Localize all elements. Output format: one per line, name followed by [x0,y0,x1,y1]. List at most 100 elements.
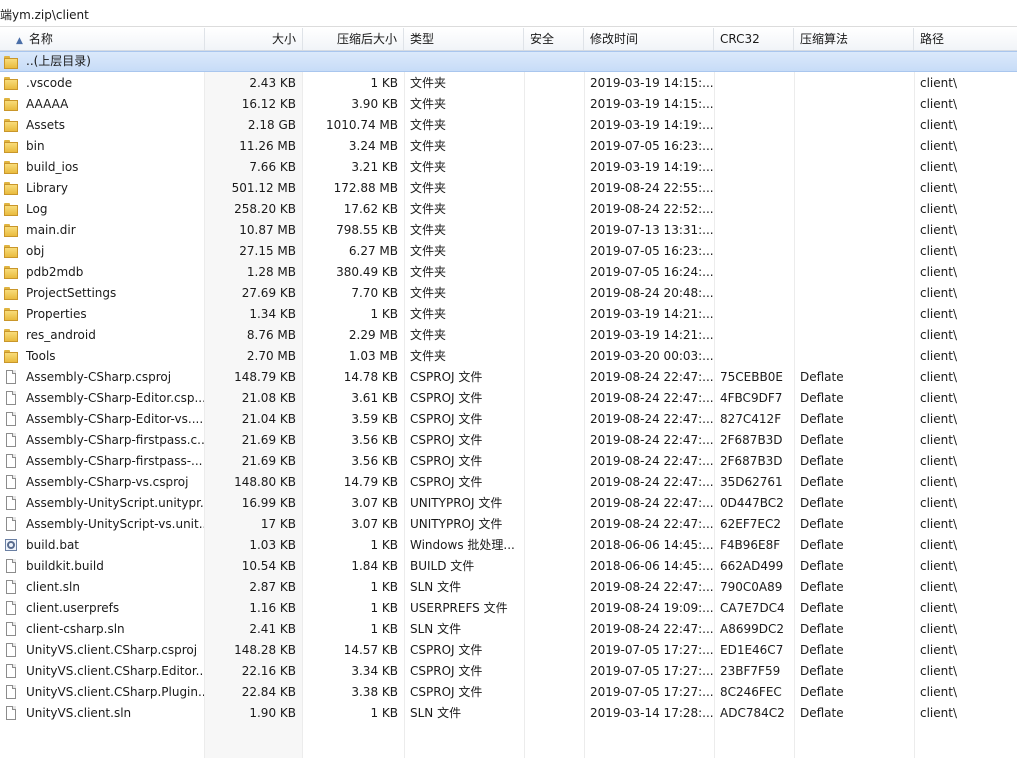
table-row[interactable]: buildkit.build 10.54 KB 1.84 KB BUILD 文件 201… [0,556,1017,577]
cell-path: client\ [920,412,958,426]
cell-modified: 2019-08-24 22:47:... [590,496,714,510]
column-header-type[interactable]: 类型 [404,28,524,50]
cell-algorithm: Deflate [800,559,844,573]
column-header-size[interactable]: 大小 [205,28,303,50]
cell-modified: 2019-08-24 22:55:... [590,181,714,195]
table-row[interactable]: Assembly-UnityScript-vs.unit... 17 KB 3.07… [0,514,1017,535]
table-row[interactable]: main.dir 10.87 MB 798.55 KB 文件夹 2019-07-13 1… [0,220,1017,241]
cell-name: Properties [26,307,87,321]
cell-algorithm [794,136,914,157]
cell-crc32: F4B96E8F [720,538,781,552]
cell-name: Assembly-CSharp-firstpass-... [26,454,203,468]
cell-type: SLN 文件 [410,622,462,636]
cell-path: client\ [920,433,958,447]
table-row[interactable]: pdb2mdb 1.28 MB 380.49 KB 文件夹 2019-07-05 16:… [0,262,1017,283]
cell-compressed-size: 17.62 KB [343,202,398,216]
table-row[interactable]: client-csharp.sln 2.41 KB 1 KB SLN 文件 2019-0… [0,619,1017,640]
cell-modified: 2019-08-24 22:52:... [590,202,714,216]
table-row[interactable]: ProjectSettings 27.69 KB 7.70 KB 文件夹 2019-08… [0,283,1017,304]
table-row[interactable]: AAAAA 16.12 KB 3.90 KB 文件夹 2019-03-19 14:15:… [0,94,1017,115]
cell-size: 21.69 KB [241,433,296,447]
table-row[interactable]: res_android 8.76 MB 2.29 MB 文件夹 2019-03-19 1… [0,325,1017,346]
column-header-name[interactable]: ▲ 名称 [4,28,205,50]
table-row[interactable]: Assembly-CSharp.csproj 148.79 KB 14.78 KB C… [0,367,1017,388]
cell-type: 文件夹 [410,286,447,300]
column-header-security[interactable]: 安全 [524,28,584,50]
cell-modified: 2019-08-24 22:47:... [590,433,714,447]
table-row[interactable]: UnityVS.client.sln 1.90 KB 1 KB SLN 文件 2019-… [0,703,1017,724]
path-bar[interactable]: 端ym.zip\client [0,0,1017,27]
cell-modified: 2018-06-06 14:45:... [590,538,714,552]
cell-modified: 2019-07-05 16:24:... [590,265,714,279]
cell-name: obj [26,244,45,258]
cell-name: Assets [26,118,66,132]
cell-size: 16.99 KB [241,496,296,510]
cell-name: Log [26,202,48,216]
table-row[interactable]: Assets 2.18 GB 1010.74 MB 文件夹 2019-03-19 14:… [0,115,1017,136]
table-row[interactable]: Assembly-CSharp-Editor.csp... 21.08 KB 3.6… [0,388,1017,409]
cell-crc32 [714,73,794,94]
column-header-modified[interactable]: 修改时间 [584,28,714,50]
table-row[interactable]: Library 501.12 MB 172.88 MB 文件夹 2019-08-24 2… [0,178,1017,199]
cell-path: client\ [920,664,958,678]
cell-name: UnityVS.client.CSharp.csproj [26,643,198,657]
cell-path: client\ [920,307,958,321]
table-row[interactable]: UnityVS.client.CSharp.Editor.... 22.16 KB… [0,661,1017,682]
table-row[interactable]: Tools 2.70 MB 1.03 MB 文件夹 2019-03-20 00:03:.… [0,346,1017,367]
cell-size: 148.28 KB [234,643,296,657]
cell-crc32: 2F687B3D [720,454,783,468]
table-row[interactable]: bin 11.26 MB 3.24 MB 文件夹 2019-07-05 16:23:..… [0,136,1017,157]
column-header-algorithm[interactable]: 压缩算法 [794,28,914,50]
cell-modified: 2019-07-05 17:27:... [590,643,714,657]
cell-modified: 2019-03-20 00:03:... [590,349,714,363]
cell-type: 文件夹 [410,244,447,258]
cell-type: SLN 文件 [410,580,462,594]
cell-type: 文件夹 [410,181,447,195]
cell-modified: 2019-03-19 14:21:... [590,328,714,342]
cell-crc32: ADC784C2 [720,706,785,720]
table-row[interactable]: Log 258.20 KB 17.62 KB 文件夹 2019-08-24 22:52:… [0,199,1017,220]
cell-size: 1.03 KB [249,538,296,552]
cell-name: ProjectSettings [26,286,117,300]
cell-name: Assembly-CSharp.csproj [26,370,172,384]
table-row[interactable]: Properties 1.34 KB 1 KB 文件夹 2019-03-19 14:21… [0,304,1017,325]
cell-modified: 2019-03-19 14:15:... [590,97,714,111]
parent-directory-row[interactable]: ..(上层目录) [0,51,1017,72]
table-row[interactable]: UnityVS.client.CSharp.csproj 148.28 KB 14.… [0,640,1017,661]
table-row[interactable]: UnityVS.client.CSharp.Plugin... 22.84 KB 3… [0,682,1017,703]
table-row[interactable]: Assembly-CSharp-Editor-vs.... 21.04 KB 3.5… [0,409,1017,430]
table-row[interactable]: Assembly-CSharp-firstpass-... 21.69 KB 3.5… [0,451,1017,472]
cell-modified: 2019-07-05 16:23:... [590,244,714,258]
cell-path: client\ [920,265,958,279]
cell-crc32: ED1E46C7 [720,643,784,657]
cell-path: client\ [920,349,958,363]
table-row[interactable]: build_ios 7.66 KB 3.21 KB 文件夹 2019-03-19 14:… [0,157,1017,178]
column-header-path[interactable]: 路径 [914,28,1017,50]
cell-compressed-size: 1 KB [370,538,398,552]
cell-name: client-csharp.sln [26,622,125,636]
cell-compressed-size: 2.29 MB [348,328,398,342]
cell-crc32: 4FBC9DF7 [720,391,783,405]
table-row[interactable]: obj 27.15 MB 6.27 MB 文件夹 2019-07-05 16:23:..… [0,241,1017,262]
cell-compressed-size: 14.78 KB [343,370,398,384]
file-list: .vscode 2.43 KB 1 KB 文件夹 2019-03-19 14:15:..… [0,73,1017,724]
table-row[interactable]: Assembly-UnityScript.unitypr... 16.99 KB 3… [0,493,1017,514]
column-header-compressed[interactable]: 压缩后大小 [303,28,404,50]
cell-type: CSPROJ 文件 [410,412,483,426]
cell-algorithm: Deflate [800,601,844,615]
cell-size: 2.70 MB [246,349,296,363]
cell-path: client\ [920,706,958,720]
table-row[interactable]: build.bat 1.03 KB 1 KB Windows 批处理... 2018-0… [0,535,1017,556]
cell-modified: 2019-08-24 22:47:... [590,475,714,489]
cell-size: 148.80 KB [234,475,296,489]
cell-name: Assembly-CSharp-firstpass.c... [26,433,204,447]
table-row[interactable]: client.sln 2.87 KB 1 KB SLN 文件 2019-08-24 22… [0,577,1017,598]
table-row[interactable]: client.userprefs 1.16 KB 1 KB USERPREFS 文件 2… [0,598,1017,619]
column-header-crc[interactable]: CRC32 [714,28,794,50]
path-text[interactable]: 端ym.zip\client [0,6,89,23]
table-row[interactable]: .vscode 2.43 KB 1 KB 文件夹 2019-03-19 14:15:..… [0,73,1017,94]
cell-modified: 2019-03-19 14:19:... [590,118,714,132]
cell-type: CSPROJ 文件 [410,391,483,405]
table-row[interactable]: Assembly-CSharp-firstpass.c... 21.69 KB 3.… [0,430,1017,451]
table-row[interactable]: Assembly-CSharp-vs.csproj 148.80 KB 14.79 … [0,472,1017,493]
